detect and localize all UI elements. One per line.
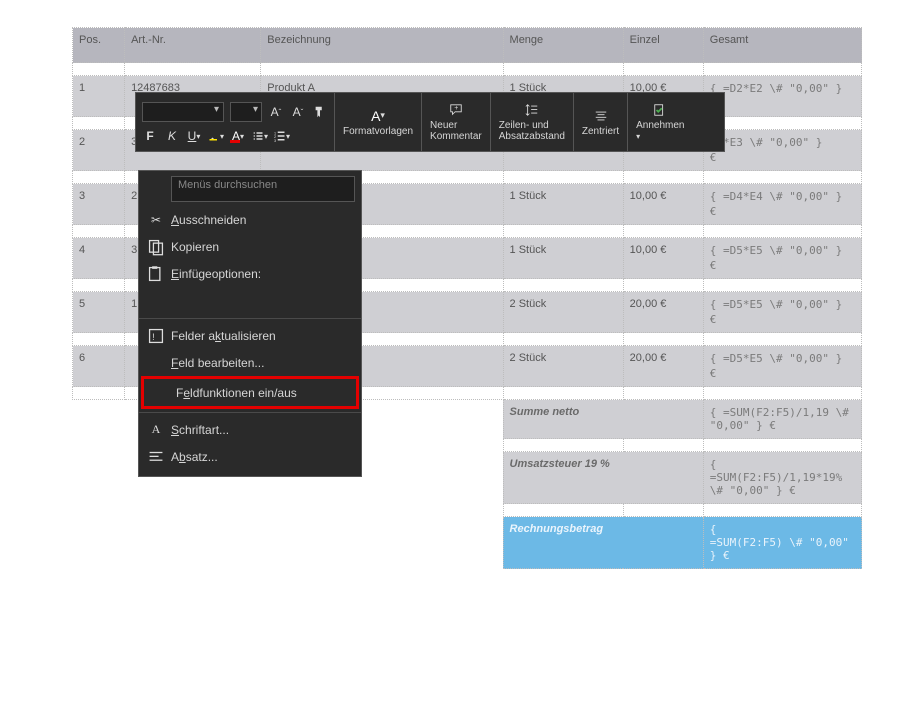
cell-einzel[interactable]: 10,00 € [623,238,703,279]
font-size-dropdown[interactable] [230,102,262,122]
menu-paste-options: Einfügeoptionen: [139,260,361,287]
cell-gesamt[interactable]: D3*E3 \# "0,00" }€ [703,130,861,171]
label: Zeilen- undAbsatzabstand [499,120,565,142]
cell-einzel[interactable]: 20,00 € [623,292,703,333]
mini-toolbar: Aˆ Aˇ F K U▾ ▾ A▾ ▾ 123▾ A▾ Formatvorlag… [135,92,725,152]
cell-menge[interactable]: 2 Stück [503,292,623,333]
menu-edit-field[interactable]: Feld bearbeiten... [139,349,361,376]
menu-search-input[interactable]: Menüs durchsuchen [171,176,355,202]
label: NeuerKommentar [430,120,482,142]
paste-icon [147,265,165,283]
italic-button[interactable]: K [164,128,180,144]
font-color-icon[interactable]: A▾ [230,128,246,144]
col-menge: Menge [503,28,623,63]
update-icon: ! [147,327,165,345]
total-formula[interactable]: {=SUM(F2:F5) \# "0,00" } € [703,517,861,569]
cell-menge[interactable]: 1 Stück [503,184,623,225]
cell-einzel[interactable]: 20,00 € [623,346,703,387]
cell-gesamt[interactable]: { =D5*E5 \# "0,00" }€ [703,292,861,333]
underline-button[interactable]: U▾ [186,128,202,144]
comment-icon: + [448,102,464,118]
cell-pos[interactable]: 3 [73,184,125,225]
increase-font-icon[interactable]: Aˆ [268,104,284,120]
svg-text:3: 3 [274,139,276,143]
svg-text:+: + [454,105,458,112]
label-total: Rechnungsbetrag [510,523,604,535]
menu-update-fields[interactable]: ! Felder aktualisieren [139,322,361,349]
line-spacing-button[interactable]: Zeilen- undAbsatzabstand [491,93,574,151]
new-comment-button[interactable]: + NeuerKommentar [422,93,491,151]
formatvorlagen-button[interactable]: A▾ Formatvorlagen [335,93,422,151]
font-name-dropdown[interactable] [142,102,224,122]
cell-pos[interactable]: 6 [73,346,125,387]
format-painter-icon[interactable] [312,104,328,120]
label: Zentriert [582,126,619,137]
label-netto: Summe netto [510,406,580,418]
cell-gesamt[interactable]: { =D2*E2 \# "0,00" }€ [703,76,861,117]
cell-gesamt[interactable]: { =D5*E5 \# "0,00" }€ [703,238,861,279]
label: Formatvorlagen [343,126,413,137]
header-row: Pos. Art.-Nr. Bezeichnung Menge Einzel G… [73,28,862,63]
menu-cut[interactable]: ✂ Ausschneiden [139,206,361,233]
context-menu: Menüs durchsuchen ✂ Ausschneiden Kopiere… [138,170,362,477]
center-button[interactable]: Zentriert [574,93,628,151]
col-art: Art.-Nr. [125,28,261,63]
line-spacing-icon [524,102,540,118]
cell-gesamt[interactable]: { =D5*E5 \# "0,00" }€ [703,346,861,387]
accept-icon [652,102,668,118]
cell-menge[interactable]: 2 Stück [503,346,623,387]
label: Annehmen▾ [636,120,684,142]
decrease-font-icon[interactable]: Aˇ [290,104,306,120]
font-icon: A [147,422,165,437]
cell-pos[interactable]: 1 [73,76,125,117]
paragraph-icon [147,448,165,466]
summary-row-total[interactable]: Rechnungsbetrag {=SUM(F2:F5) \# "0,00" }… [73,517,862,569]
copy-icon [147,238,165,256]
cell-gesamt[interactable]: { =D4*E4 \# "0,00" }€ [703,184,861,225]
cell-pos[interactable]: 5 [73,292,125,333]
cell-pos[interactable]: 4 [73,238,125,279]
col-gesamt: Gesamt [703,28,861,63]
accept-button[interactable]: Annehmen▾ [628,93,692,151]
menu-font[interactable]: A Schriftart... [139,416,361,443]
bullets-icon[interactable]: ▾ [252,128,268,144]
bold-button[interactable]: F [142,128,158,144]
cut-icon: ✂ [147,213,165,227]
col-pos: Pos. [73,28,125,63]
numbering-icon[interactable]: 123▾ [274,128,290,144]
col-einzel: Einzel [623,28,703,63]
styles-icon: A▾ [370,108,386,124]
cell-menge[interactable]: 1 Stück [503,238,623,279]
align-center-icon [593,108,609,124]
menu-copy[interactable]: Kopieren [139,233,361,260]
paste-option-default[interactable] [139,287,361,315]
highlight-icon[interactable]: ▾ [208,128,224,144]
svg-text:!: ! [152,331,155,341]
vat-formula[interactable]: {=SUM(F2:F5)/1,19*19% \# "0,00" } € [703,452,861,504]
col-bez: Bezeichnung [261,28,503,63]
label-vat: Umsatzsteuer 19 % [510,458,610,470]
menu-toggle-field-codes[interactable]: Feldfunktionen ein/aus [141,376,359,409]
cell-einzel[interactable]: 10,00 € [623,184,703,225]
netto-formula[interactable]: { =SUM(F2:F5)/1,19 \# "0,00" } € [703,400,861,439]
menu-paragraph[interactable]: Absatz... [139,443,361,470]
cell-pos[interactable]: 2 [73,130,125,171]
